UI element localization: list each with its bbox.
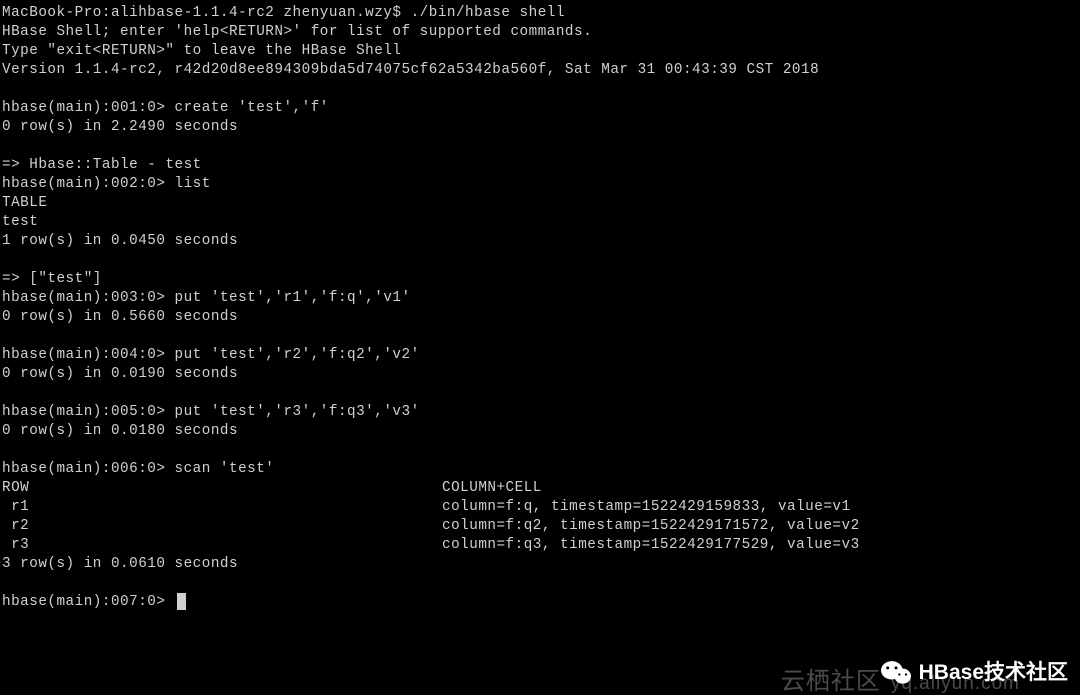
blank-line <box>2 327 1078 346</box>
scan-cell-value: column=f:q3, timestamp=1522429177529, va… <box>442 536 1078 555</box>
prompt: hbase(main):005:0> <box>2 403 175 422</box>
wechat-icon <box>881 659 911 685</box>
command-3: hbase(main):003:0> put 'test','r1','f:q'… <box>2 289 1078 308</box>
list-item: test <box>2 213 1078 232</box>
scan-rowcount: 3 row(s) in 0.0610 seconds <box>2 555 1078 574</box>
command-1-result2: => Hbase::Table - test <box>2 156 1078 175</box>
list-return: => ["test"] <box>2 270 1078 289</box>
prompt: hbase(main):006:0> <box>2 460 175 479</box>
blank-line <box>2 384 1078 403</box>
prompt: hbase(main):004:0> <box>2 346 175 365</box>
hbase-community-watermark: HBase技术社区 <box>881 659 1068 685</box>
command-1: hbase(main):001:0> create 'test','f' <box>2 99 1078 118</box>
command-text: put 'test','r3','f:q3','v3' <box>175 403 420 422</box>
shell-banner-exit: Type "exit<RETURN>" to leave the HBase S… <box>2 42 1078 61</box>
scan-row-key: r1 <box>2 498 442 517</box>
command-5-result: 0 row(s) in 0.0180 seconds <box>2 422 1078 441</box>
blank-line <box>2 251 1078 270</box>
yunqi-url: yq.aliyun.com <box>891 674 1020 693</box>
command-3-result: 0 row(s) in 0.5660 seconds <box>2 308 1078 327</box>
prompt: hbase(main):003:0> <box>2 289 175 308</box>
command-text: create 'test','f' <box>175 99 329 118</box>
command-2: hbase(main):002:0> list <box>2 175 1078 194</box>
terminal-output: MacBook-Pro:alihbase-1.1.4-rc2 zhenyuan.… <box>2 4 1078 612</box>
prompt: hbase(main):007:0> <box>2 593 175 612</box>
scan-cell-value: column=f:q2, timestamp=1522429171572, va… <box>442 517 1078 536</box>
command-text: put 'test','r1','f:q','v1' <box>175 289 411 308</box>
blank-line <box>2 441 1078 460</box>
yunqi-watermark: 云栖社区 yq.aliyun.com <box>781 672 1020 693</box>
table-row: r3 column=f:q3, timestamp=1522429177529,… <box>2 536 1078 555</box>
command-4: hbase(main):004:0> put 'test','r2','f:q2… <box>2 346 1078 365</box>
blank-line <box>2 574 1078 593</box>
command-4-result: 0 row(s) in 0.0190 seconds <box>2 365 1078 384</box>
current-prompt[interactable]: hbase(main):007:0> <box>2 593 1078 612</box>
command-text: list <box>175 175 211 194</box>
table-row: r2 column=f:q2, timestamp=1522429171572,… <box>2 517 1078 536</box>
prompt: hbase(main):001:0> <box>2 99 175 118</box>
scan-cell-value: column=f:q, timestamp=1522429159833, val… <box>442 498 1078 517</box>
scan-header: ROW COLUMN+CELL <box>2 479 1078 498</box>
scan-header-row: ROW <box>2 479 442 498</box>
shell-version: Version 1.1.4-rc2, r42d20d8ee894309bda5d… <box>2 61 1078 80</box>
list-rowcount: 1 row(s) in 0.0450 seconds <box>2 232 1078 251</box>
shell-invocation-line: MacBook-Pro:alihbase-1.1.4-rc2 zhenyuan.… <box>2 4 1078 23</box>
command-1-result: 0 row(s) in 2.2490 seconds <box>2 118 1078 137</box>
scan-header-cell: COLUMN+CELL <box>442 479 1078 498</box>
command-5: hbase(main):005:0> put 'test','r3','f:q3… <box>2 403 1078 422</box>
table-row: r1 column=f:q, timestamp=1522429159833, … <box>2 498 1078 517</box>
command-text: put 'test','r2','f:q2','v2' <box>175 346 420 365</box>
hbase-community-label: HBase技术社区 <box>919 663 1068 682</box>
blank-line <box>2 80 1078 99</box>
list-header: TABLE <box>2 194 1078 213</box>
scan-row-key: r3 <box>2 536 442 555</box>
prompt: hbase(main):002:0> <box>2 175 175 194</box>
command-text: scan 'test' <box>175 460 275 479</box>
blank-line <box>2 137 1078 156</box>
command-6: hbase(main):006:0> scan 'test' <box>2 460 1078 479</box>
cursor-icon <box>177 593 186 610</box>
scan-row-key: r2 <box>2 517 442 536</box>
shell-banner-help: HBase Shell; enter 'help<RETURN>' for li… <box>2 23 1078 42</box>
yunqi-cn-label: 云栖社区 <box>781 672 881 691</box>
